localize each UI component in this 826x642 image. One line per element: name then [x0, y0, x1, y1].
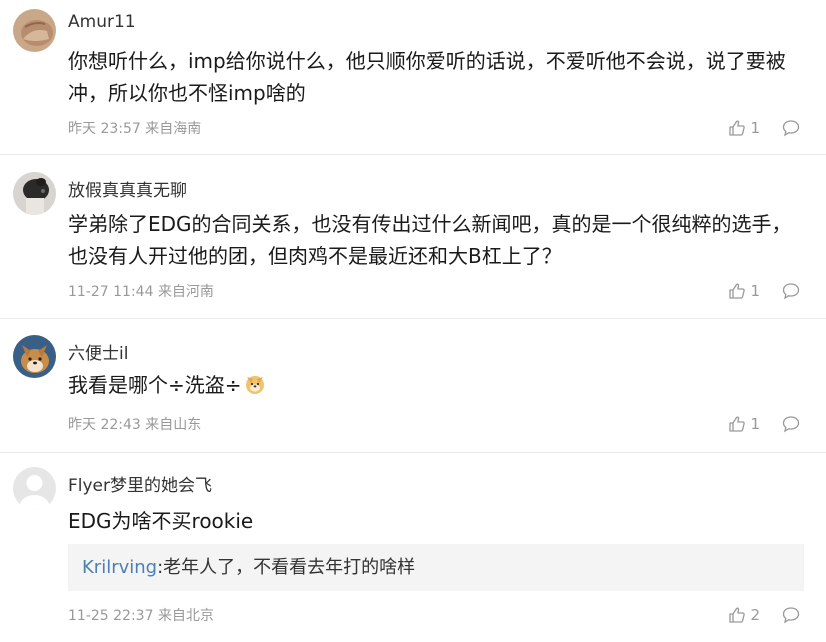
comment-text: EDG为啥不买rookie [68, 509, 254, 533]
avatar[interactable] [13, 9, 56, 52]
thumbs-up-icon [729, 120, 746, 136]
comment-bubble-icon[interactable] [782, 119, 800, 137]
comment-meta: 11-25 22:37 来自北京 [68, 605, 214, 625]
like-button[interactable]: 1 [728, 282, 760, 300]
like-count: 1 [750, 282, 760, 300]
thumbs-up-icon [729, 283, 746, 299]
comment-text: 你想听什么，imp给你说什么，他只顺你爱听的话说，不爱听他不会说，说了要被冲，所… [68, 49, 786, 105]
comment-text: 学弟除了EDG的合同关系，也没有传出过什么新闻吧，真的是一个很纯粹的选手，也没有… [68, 212, 792, 268]
comment-meta: 11-27 11:44 来自河南 [68, 281, 214, 301]
avatar[interactable] [13, 335, 56, 378]
comment-item: Amur11 你想听什么，imp给你说什么，他只顺你爱听的话说，不爱听他不会说，… [0, 0, 826, 155]
comment-location: 来自山东 [145, 417, 202, 433]
comment-meta: 昨天 23:57 来自海南 [68, 118, 201, 138]
avatar[interactable] [13, 467, 56, 510]
comment-time: 昨天 23:57 [68, 121, 141, 137]
comment-time: 11-27 11:44 [68, 284, 154, 300]
comment-meta: 昨天 22:43 来自山东 [68, 414, 201, 434]
username[interactable]: Flyer梦里的她会飞 [68, 471, 212, 496]
comment-actions: 1 [728, 280, 800, 302]
thumbs-up-icon [729, 607, 746, 623]
comment-actions: 1 [728, 413, 800, 435]
comment-time: 11-25 22:37 [68, 608, 154, 624]
like-button[interactable]: 1 [728, 415, 760, 433]
thumbs-up-icon [729, 416, 746, 432]
comment-item: 六便士il 我看是哪个÷洗盗÷ 昨天 22:43 来自山东 1 [0, 319, 826, 453]
comment-bubble-icon[interactable] [782, 415, 800, 433]
like-count: 2 [750, 606, 760, 624]
comment-actions: 2 [728, 604, 800, 626]
comment-location: 来自河南 [157, 284, 214, 300]
username[interactable]: 六便士il [68, 339, 128, 364]
username[interactable]: Amur11 [68, 12, 136, 32]
reply-text: 老年人了，不看看去年打的啥样 [163, 557, 416, 578]
like-count: 1 [750, 119, 760, 137]
comment-bubble-icon[interactable] [782, 282, 800, 300]
comment-item: 放假真真真无聊 学弟除了EDG的合同关系，也没有传出过什么新闻吧，真的是一个很纯… [0, 155, 826, 319]
comment-text: 我看是哪个÷洗盗÷ [68, 369, 808, 404]
reply-preview[interactable]: Krilrving:老年人了，不看看去年打的啥样 [68, 544, 804, 591]
comment-time: 昨天 22:43 [68, 417, 141, 433]
like-count: 1 [750, 415, 760, 433]
comment-text-content: 我看是哪个÷洗盗÷ [68, 373, 242, 397]
avatar[interactable] [13, 172, 56, 215]
comment-list: Amur11 你想听什么，imp给你说什么，他只顺你爱听的话说，不爱听他不会说，… [0, 0, 826, 642]
reply-username[interactable]: Krilrving [82, 557, 157, 578]
like-button[interactable]: 1 [728, 119, 760, 137]
username[interactable]: 放假真真真无聊 [68, 176, 187, 201]
comment-location: 来自海南 [145, 121, 202, 137]
doge-emoji-icon [244, 372, 266, 404]
comment-bubble-icon[interactable] [782, 606, 800, 624]
comment-location: 来自北京 [157, 608, 214, 624]
comment-item: Flyer梦里的她会飞 EDG为啥不买rookie Krilrving:老年人了… [0, 453, 826, 642]
comment-actions: 1 [728, 117, 800, 139]
like-button[interactable]: 2 [728, 606, 760, 624]
